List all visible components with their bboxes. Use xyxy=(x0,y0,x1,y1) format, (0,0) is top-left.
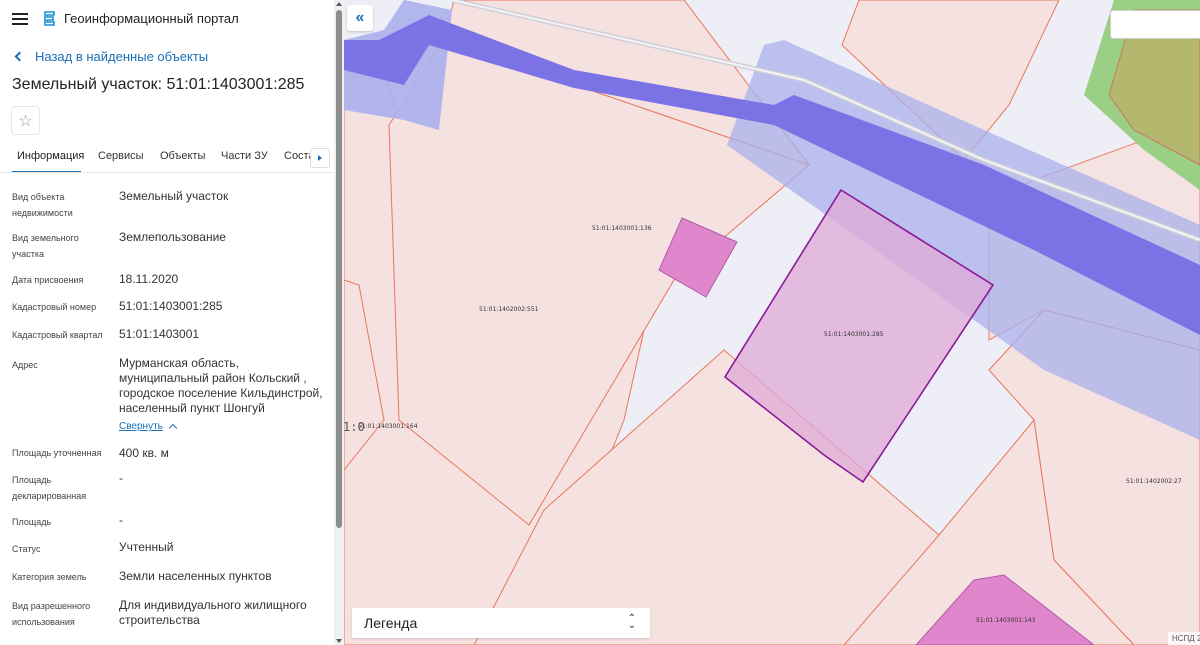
scroll-down-arrow-icon[interactable] xyxy=(336,639,342,643)
prop-value: - xyxy=(119,471,123,485)
tab-objects[interactable]: Объекты xyxy=(160,150,205,162)
legend-dropdown[interactable]: Легенда ⌃ ⌄ xyxy=(352,608,650,638)
map-search-input[interactable] xyxy=(1110,10,1200,39)
top-bar: Геоинформационный портал xyxy=(0,0,334,38)
prop-value: Земли населенных пунктов xyxy=(119,569,272,583)
map-view[interactable]: 51:01:1403001:136 51:01:1402002:551 51:0… xyxy=(344,0,1200,645)
prop-value: 400 кв. м xyxy=(119,446,169,460)
app-title: Геоинформационный портал xyxy=(64,11,239,26)
tab-bar: Информация Сервисы Объекты Части ЗУ Сост… xyxy=(0,145,334,173)
prop-label: Кадастровый квартал xyxy=(12,330,103,340)
prop-label: Вид разрешенного использования xyxy=(12,601,91,627)
tab-parts[interactable]: Части ЗУ xyxy=(221,150,268,162)
parcel-label: 51:01:1403001:136 xyxy=(592,225,652,232)
tab-services[interactable]: Сервисы xyxy=(98,150,144,162)
scroll-up-arrow-icon[interactable] xyxy=(336,2,342,6)
chevron-left-icon xyxy=(14,51,25,62)
prop-label: Статус xyxy=(12,544,41,554)
prop-value: 51:01:1403001:285 xyxy=(119,299,223,313)
map-attribution: НСПД 2 xyxy=(1168,632,1200,645)
portal-logo-icon xyxy=(44,11,55,26)
prop-value: Учтенный xyxy=(119,540,174,554)
back-to-results-link[interactable]: Назад в найденные объекты xyxy=(12,49,208,64)
prop-label: Категория земель xyxy=(12,572,87,582)
prop-label: Адрес xyxy=(12,360,38,370)
parcel-label: 51:01:1403001:164 xyxy=(358,423,418,430)
back-label: Назад в найденные объекты xyxy=(35,49,209,64)
tab-info[interactable]: Информация xyxy=(17,150,84,162)
prop-value: 51:01:1403001 xyxy=(119,327,200,341)
prop-value: - xyxy=(119,513,123,527)
prop-value: Землепользование xyxy=(119,230,226,244)
prop-label: Дата присвоения xyxy=(12,275,84,285)
prop-label: Площадь xyxy=(12,517,52,527)
page-title: Земельный участок: 51:01:1403001:285 xyxy=(12,76,305,93)
address-value: Мурманская область, муниципальный район … xyxy=(119,356,323,415)
collapse-panel-icon[interactable]: « xyxy=(347,5,373,31)
parcel-label: 51:01:1402002:551 xyxy=(479,306,539,313)
expand-collapse-icon[interactable]: ⌃ ⌄ xyxy=(628,614,636,631)
prop-label: Вид объекта недвижимости xyxy=(12,192,73,218)
prop-label: Кадастровый номер xyxy=(12,302,97,312)
parcel-label: 51:01:1403001:285 xyxy=(824,331,884,338)
prop-label: Площадь уточненная xyxy=(12,448,102,458)
prop-label: Площадь декларированная xyxy=(12,475,87,501)
tabs-scroll-right-icon[interactable] xyxy=(310,148,330,168)
prop-value: 18.11.2020 xyxy=(119,272,179,286)
scale-fragment: 1:0 xyxy=(344,420,365,434)
parcel-label: 51:01:1403001:143 xyxy=(976,617,1036,624)
favorite-star-icon[interactable]: ☆ xyxy=(11,106,40,135)
active-tab-indicator xyxy=(12,171,81,172)
chevron-up-icon[interactable] xyxy=(168,423,178,433)
legend-label: Легенда xyxy=(364,615,418,631)
prop-value: Земельный участок xyxy=(119,189,229,203)
address-collapse-link[interactable]: Свернуть xyxy=(119,421,163,432)
scrollbar-thumb[interactable] xyxy=(336,10,342,528)
parcel-label: 51:01:1402002:27 xyxy=(1126,478,1182,485)
menu-icon[interactable] xyxy=(12,12,28,26)
info-panel: Геоинформационный портал Назад в найденн… xyxy=(0,0,344,645)
panel-scrollbar[interactable] xyxy=(334,0,344,645)
prop-label: Вид земельного участка xyxy=(12,233,79,259)
prop-value: Для индивидуального жилищного строительс… xyxy=(119,598,307,627)
map-canvas[interactable]: 51:01:1403001:136 51:01:1402002:551 51:0… xyxy=(344,0,1200,645)
